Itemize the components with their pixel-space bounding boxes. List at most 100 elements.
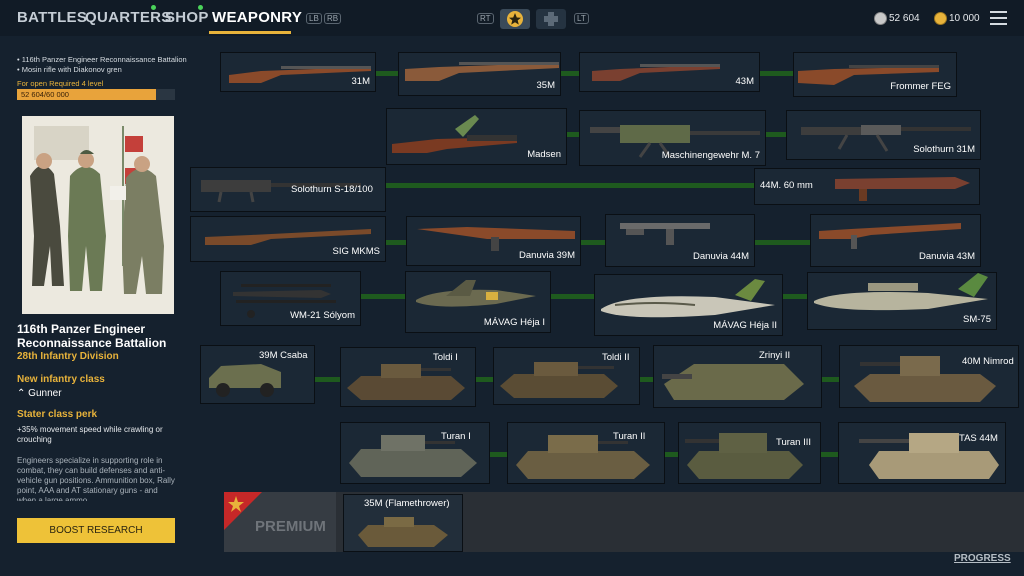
tree-connector bbox=[665, 452, 678, 457]
class-name-text: Gunner bbox=[28, 388, 62, 399]
class-description: Engineers specialize in supporting role … bbox=[17, 456, 175, 501]
tree-connector bbox=[386, 240, 406, 245]
tree-connector bbox=[755, 240, 810, 245]
item-name: Solothurn 31M bbox=[913, 144, 975, 155]
tree-item-zrinyi-ii[interactable]: Zrinyi II bbox=[653, 345, 822, 408]
tree-item-31m[interactable]: 31M bbox=[220, 52, 376, 92]
tree-connector bbox=[821, 452, 838, 457]
faction-allies-button[interactable] bbox=[500, 9, 530, 29]
tree-item-43m[interactable]: 43M bbox=[579, 52, 760, 92]
tree-item-solothurn-31m[interactable]: Solothurn 31M bbox=[786, 110, 981, 160]
rifle-icon bbox=[592, 64, 720, 81]
progress-link[interactable]: PROGRESS bbox=[954, 553, 1011, 564]
lt-hint: LT bbox=[574, 13, 589, 24]
star-icon bbox=[507, 11, 523, 27]
tree-connector bbox=[315, 377, 340, 382]
item-name: MÁVAG Héja II bbox=[713, 320, 777, 331]
item-name: Turan II bbox=[613, 431, 646, 442]
tree-item-40m-nimrod[interactable]: 40M Nimrod bbox=[839, 345, 1019, 408]
notification-dot bbox=[151, 5, 156, 10]
division-name: 28th Infantry Division bbox=[17, 351, 119, 362]
gold-amount: 10 000 bbox=[949, 13, 980, 24]
silver-amount: 52 604 bbox=[889, 13, 920, 24]
tree-item-sm-75[interactable]: SM-75 bbox=[807, 272, 997, 330]
tree-connector bbox=[551, 294, 594, 299]
tree-item-danuvia-43m[interactable]: Danuvia 43M bbox=[810, 214, 981, 267]
tree-item-maschinengewehr-m7[interactable]: Maschinengewehr M. 7 bbox=[579, 110, 766, 166]
item-name: Turan III bbox=[776, 437, 812, 448]
tree-connector bbox=[386, 183, 754, 188]
item-name: Danuvia 39M bbox=[519, 250, 575, 261]
tree-item-44m-60mm[interactable]: 44M. 60 mm bbox=[754, 168, 980, 205]
tree-item-toldi-ii[interactable]: Toldi II bbox=[493, 347, 640, 405]
tree-connector bbox=[476, 377, 493, 382]
tree-connector bbox=[783, 294, 807, 299]
item-name: Frommer FEG bbox=[890, 81, 951, 92]
tree-connector bbox=[640, 377, 653, 382]
tree-connector bbox=[567, 132, 579, 137]
lb-hint: LB bbox=[306, 13, 322, 24]
premium-label: PREMIUM bbox=[255, 518, 326, 535]
tree-item-sig-mkms[interactable]: SIG MKMS bbox=[190, 216, 386, 262]
tree-item-turan-ii[interactable]: Turan II bbox=[507, 422, 665, 484]
premium-item-35m-flamethrower[interactable]: 35M (Flamethrower) bbox=[343, 494, 463, 552]
tree-item-wm21-solyom[interactable]: WM-21 Sólyom bbox=[220, 271, 361, 326]
tree-connector bbox=[760, 71, 793, 76]
tree-connector bbox=[376, 71, 398, 76]
item-name: MÁVAG Héja I bbox=[483, 317, 545, 328]
tree-item-frommer-feg[interactable]: Frommer FEG bbox=[793, 52, 957, 97]
tree-item-mavag-heja-ii[interactable]: MÁVAG Héja II bbox=[594, 274, 783, 336]
tree-item-danuvia-39m[interactable]: Danuvia 39M bbox=[406, 216, 581, 266]
item-name: TAS 44M bbox=[959, 433, 998, 444]
reward-note: • Mosin rifle with Diakonov gren bbox=[17, 65, 122, 74]
item-name: Zrinyi II bbox=[759, 350, 791, 361]
item-name: 40M Nimrod bbox=[962, 356, 1014, 367]
nav-battles[interactable]: BATTLES bbox=[17, 9, 87, 26]
item-name: 43M bbox=[735, 76, 754, 87]
tree-item-turan-i[interactable]: Turan I bbox=[340, 422, 490, 484]
new-class-label: New infantry class bbox=[17, 374, 105, 385]
item-name: Toldi II bbox=[602, 352, 630, 363]
unit-portrait bbox=[22, 116, 174, 314]
item-name: 35M (Flamethrower) bbox=[364, 498, 450, 509]
active-tab-indicator bbox=[209, 31, 291, 34]
rb-hint: RB bbox=[324, 13, 342, 24]
item-name: Maschinengewehr M. 7 bbox=[661, 150, 760, 161]
tree-item-39m-csaba[interactable]: 39M Csaba bbox=[200, 345, 315, 404]
item-name: Turan I bbox=[441, 431, 471, 442]
item-name: SIG MKMS bbox=[332, 246, 380, 257]
item-name: 44M. 60 mm bbox=[760, 180, 813, 191]
perk-text: +35% movement speed while crawling or cr… bbox=[17, 425, 163, 444]
tree-item-mavag-heja-i[interactable]: MÁVAG Héja I bbox=[405, 271, 551, 333]
item-name: Danuvia 43M bbox=[919, 251, 975, 262]
class-icon: ⌃ bbox=[17, 388, 29, 399]
tree-connector bbox=[766, 132, 786, 137]
unit-name: 116th Panzer Engineer Reconnaissance Bat… bbox=[17, 322, 167, 350]
boost-research-button[interactable]: BOOST RESEARCH bbox=[17, 518, 175, 543]
rt-hint: RT bbox=[477, 13, 494, 24]
tree-item-tas-44m[interactable]: TAS 44M bbox=[838, 422, 1006, 484]
nav-weaponry[interactable]: WEAPONRY bbox=[212, 9, 302, 26]
tree-item-turan-iii[interactable]: Turan III bbox=[678, 422, 821, 484]
nav-quarters[interactable]: QUARTERS bbox=[85, 9, 172, 26]
tree-item-solothurn-s18[interactable]: Solothurn S-18/100 bbox=[190, 167, 386, 212]
tree-connector bbox=[822, 377, 839, 382]
tree-item-35m[interactable]: 35M bbox=[398, 52, 561, 96]
tree-item-toldi-i[interactable]: Toldi I bbox=[340, 347, 476, 407]
cross-icon bbox=[544, 12, 558, 26]
tree-connector bbox=[361, 294, 405, 299]
item-name: 31M bbox=[351, 76, 370, 87]
class-name: ⌃ Gunner bbox=[17, 388, 62, 399]
silver-icon bbox=[874, 12, 887, 25]
requirement-text: For open Required 4 level bbox=[17, 79, 104, 88]
notification-dot bbox=[198, 5, 203, 10]
item-name: Danuvia 44M bbox=[693, 251, 749, 262]
menu-icon[interactable] bbox=[990, 11, 1007, 25]
faction-axis-button[interactable] bbox=[536, 9, 566, 29]
tree-item-danuvia-44m[interactable]: Danuvia 44M bbox=[605, 214, 755, 267]
gold-icon bbox=[934, 12, 947, 25]
tree-item-madsen[interactable]: Madsen bbox=[386, 108, 567, 165]
nav-shop[interactable]: SHOP bbox=[165, 9, 209, 26]
tree-connector bbox=[561, 71, 579, 76]
item-name: SM-75 bbox=[963, 314, 991, 325]
